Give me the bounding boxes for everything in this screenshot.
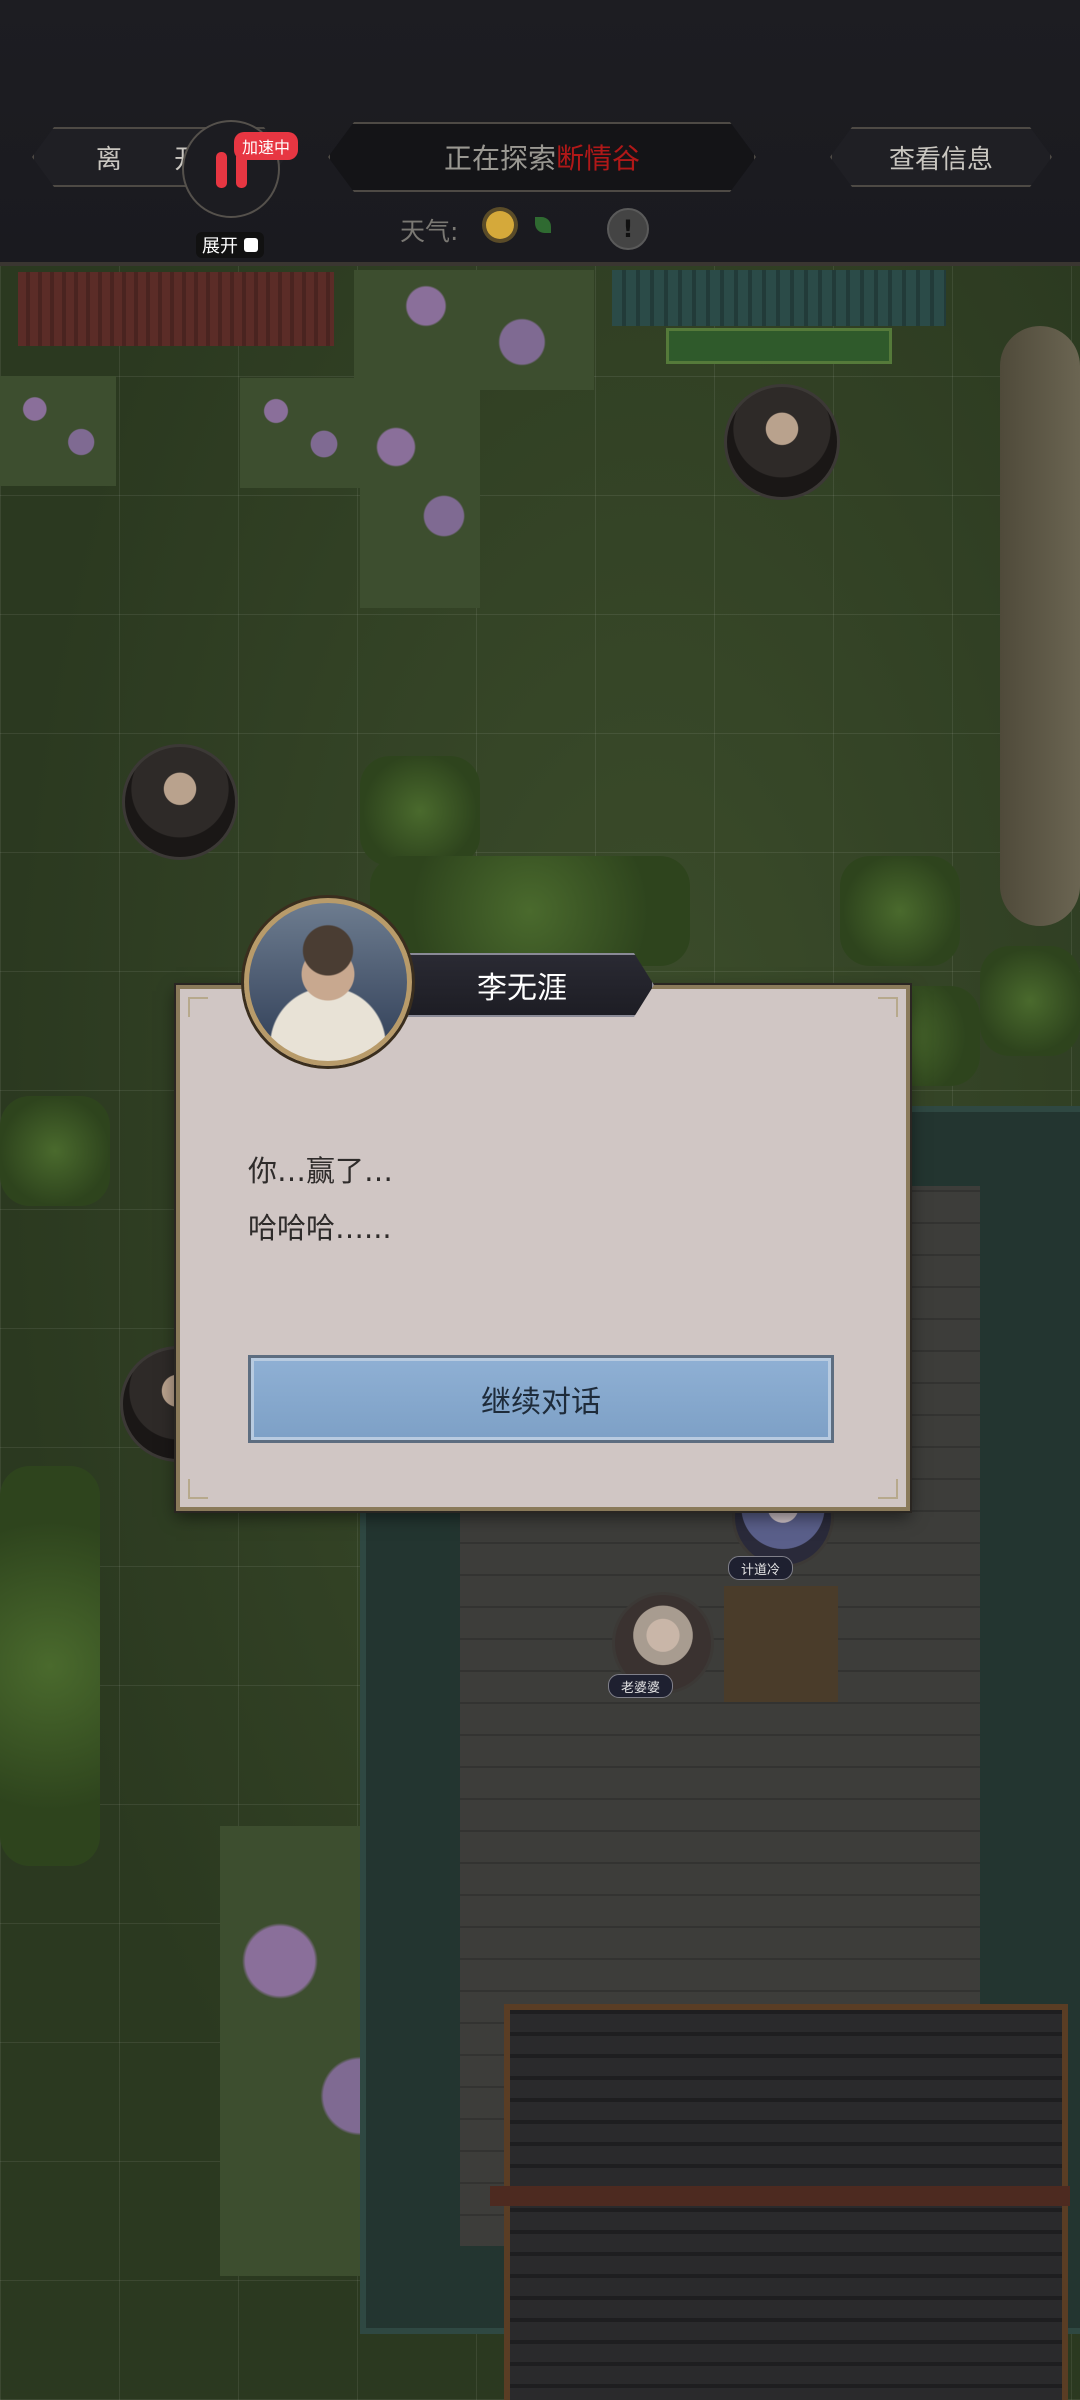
top-hud: 离 开 加速中 展开 正在探索 断情谷 查看信息 天气: !	[0, 0, 1080, 266]
flower-bed	[360, 378, 480, 608]
dialog-line: 哈哈哈…...	[248, 1211, 392, 1245]
corner-ornament	[878, 997, 898, 1017]
expand-label: 展开	[202, 236, 238, 257]
bush	[840, 856, 960, 966]
speed-badge: 加速中	[234, 132, 299, 160]
npc-name-label: 老婆婆	[608, 1674, 674, 1698]
teal-roof-building	[612, 270, 946, 326]
bush	[980, 946, 1080, 1056]
view-info-label: 查看信息	[888, 144, 993, 175]
red-roof-building	[18, 272, 334, 346]
speaker-name-plate: 李无涯	[390, 953, 654, 1017]
corner-ornament	[188, 1479, 208, 1499]
view-info-button[interactable]: 查看信息	[830, 127, 1052, 187]
cliff-rocks	[1000, 326, 1080, 926]
speaker-name: 李无涯	[477, 971, 567, 1006]
roof-beam	[490, 2186, 1070, 2206]
continue-label: 继续对话	[481, 1385, 601, 1420]
corner-ornament	[878, 1479, 898, 1499]
bush	[0, 1096, 110, 1206]
expand-button[interactable]: 展开	[196, 232, 264, 258]
npc-name-label: 计道冷	[728, 1556, 794, 1580]
expand-icon	[244, 238, 258, 252]
sun-icon	[486, 211, 514, 239]
explore-location-banner: 正在探索 断情谷	[328, 122, 756, 192]
npc-token[interactable]	[724, 384, 840, 500]
bush	[360, 756, 480, 866]
alert-icon[interactable]: !	[607, 208, 649, 250]
flower-bed	[354, 270, 594, 390]
explore-place: 断情谷	[556, 142, 641, 175]
bush	[0, 1466, 100, 1866]
highlighted-tile[interactable]	[724, 1586, 838, 1702]
speaker-portrait	[244, 898, 412, 1066]
bush	[370, 856, 690, 966]
leaf-icon	[535, 217, 551, 233]
flower-bed	[240, 378, 360, 488]
flower-bed	[0, 376, 116, 486]
dialog-line: 你…赢了…	[248, 1154, 394, 1188]
weather-label: 天气:	[400, 217, 459, 246]
continue-dialog-button[interactable]: 继续对话	[248, 1355, 834, 1443]
garden-bed	[666, 328, 892, 364]
pause-icon	[216, 152, 227, 188]
explore-prefix: 正在探索	[443, 142, 556, 175]
corner-ornament	[188, 997, 208, 1017]
npc-token[interactable]	[122, 744, 238, 860]
